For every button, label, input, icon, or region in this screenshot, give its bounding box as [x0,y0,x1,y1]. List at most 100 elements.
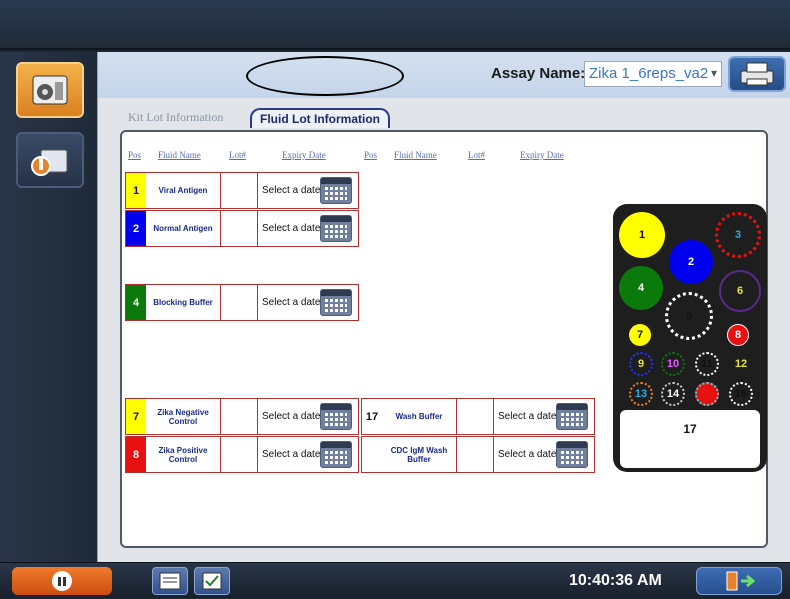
calendar-icon[interactable] [320,215,352,242]
col-pos-1: Pos [128,150,142,160]
calendar-icon[interactable] [320,177,352,204]
top-bar [0,0,790,50]
col-lot-2: Lot# [468,150,485,160]
col-expiry-1: Expiry Date [282,150,326,160]
chevron-down-icon: ▾ [710,66,717,80]
date-placeholder: Select a date [498,449,557,460]
date-placeholder: Select a date [262,185,321,196]
clock: 10:40:36 AM [569,572,662,589]
fluid-row-8: 8 Zika Positive Control Select a date [125,436,359,473]
expiry-date-picker[interactable]: Select a date [494,399,594,434]
col-expiry-2: Expiry Date [520,150,564,160]
calendar-icon[interactable] [320,441,352,468]
map-position-3: 3 [715,212,761,258]
map-position-13: 13 [629,382,653,406]
calendar-icon[interactable] [556,403,588,430]
expiry-date-picker[interactable]: Select a date [258,437,358,472]
map-position-9: 9 [629,352,653,376]
position-badge: 17 [362,399,382,434]
instrument-gear-icon [32,75,68,105]
expiry-date-picker[interactable]: Select a date [494,437,594,472]
fluid-name: Blocking Buffer [153,298,213,307]
maintenance-button[interactable] [16,132,84,188]
assay-name-select[interactable]: Zika 1_6reps_va2 ▾ [584,61,722,87]
calendar-icon[interactable] [556,441,588,468]
instrument-settings-button[interactable] [16,62,84,118]
fluid-name: Zika Positive Control [158,445,208,464]
fluid-position-map: 1 2 3 4 5 6 7 8 9 10 11 12 13 14 15 16 1… [613,204,767,472]
lot-input[interactable] [220,399,258,434]
lot-input[interactable] [220,173,258,208]
fluid-name: CDC IgM Wash Buffer [390,445,448,464]
printer-icon [740,62,774,86]
checklist-icon [202,572,222,590]
assay-name-value: Zika 1_6reps_va2 [589,65,709,82]
tab-fluid-lot-information[interactable]: Fluid Lot Information [250,108,390,128]
assay-name-label: Assay Name: [491,65,586,82]
tab-kit-lot-information[interactable]: Kit Lot Information [120,108,231,128]
calendar-icon[interactable] [320,289,352,316]
col-lot-1: Lot# [229,150,246,160]
lot-input[interactable] [456,437,494,472]
map-position-10: 10 [661,352,685,376]
main-area: Assay Name: Zika 1_6reps_va2 ▾ Kit Lot I… [97,52,790,562]
left-nav [0,52,97,562]
pause-button[interactable] [12,567,112,595]
map-position-12: 12 [734,358,748,370]
expiry-date-picker[interactable]: Select a date [258,399,358,434]
lot-input[interactable] [220,437,258,472]
fluid-name: Viral Antigen [158,186,208,195]
fluid-row-7: 7 Zika Negative Control Select a date [125,398,359,435]
pause-icon [52,571,72,591]
map-position-16: 16 [729,382,753,406]
checklist-button[interactable] [194,567,230,595]
map-position-15: 15 [695,382,719,406]
map-position-17: 17 [620,410,760,468]
lot-input[interactable] [220,211,258,246]
date-placeholder: Select a date [262,297,321,308]
fluid-row-wash: CDC IgM Wash Buffer Select a date [361,436,595,473]
position-badge: 4 [126,285,146,320]
header-strip: Assay Name: Zika 1_6reps_va2 ▾ [98,52,790,98]
fluid-row-2: 2 Normal Antigen Select a date [125,210,359,247]
exit-door-icon [726,571,756,591]
exit-button[interactable] [696,567,782,595]
calendar-icon[interactable] [320,403,352,430]
map-position-2: 2 [669,240,713,284]
report-button[interactable] [152,567,188,595]
expiry-date-picker[interactable]: Select a date [258,211,358,246]
fluid-row-1: 1 Viral Antigen Select a date [125,172,359,209]
position-badge: 7 [126,399,146,434]
map-position-14: 14 [661,382,685,406]
report-icon [159,572,181,590]
position-badge: 2 [126,211,146,246]
print-button[interactable] [728,56,786,92]
col-fluid-name-1: Fluid Name [158,150,201,160]
lot-input[interactable] [456,399,494,434]
col-pos-2: Pos [364,150,378,160]
expiry-date-picker[interactable]: Select a date [258,173,358,208]
fluid-name: Wash Buffer [395,412,443,421]
date-placeholder: Select a date [262,449,321,460]
map-position-1: 1 [619,212,665,258]
position-badge [362,437,382,472]
map-position-6: 6 [719,270,761,312]
col-fluid-name-2: Fluid Name [394,150,437,160]
map-position-7: 7 [629,324,651,346]
fluid-row-17: 17 Wash Buffer Select a date [361,398,595,435]
lot-input[interactable] [220,285,258,320]
map-position-5: 5 [665,292,713,340]
map-position-4: 4 [619,266,663,310]
position-badge: 8 [126,437,146,472]
fluid-name: Normal Antigen [153,224,213,233]
annotation-oval [246,56,404,96]
fluid-row-4: 4 Blocking Buffer Select a date [125,284,359,321]
fluid-name: Zika Negative Control [157,407,209,426]
bottom-bar: 10:40:36 AM [0,562,790,598]
map-position-11: 11 [695,352,719,376]
date-placeholder: Select a date [498,411,557,422]
expiry-date-picker[interactable]: Select a date [258,285,358,320]
date-placeholder: Select a date [262,411,321,422]
maintenance-icon [31,149,68,176]
position-badge: 1 [126,173,146,208]
